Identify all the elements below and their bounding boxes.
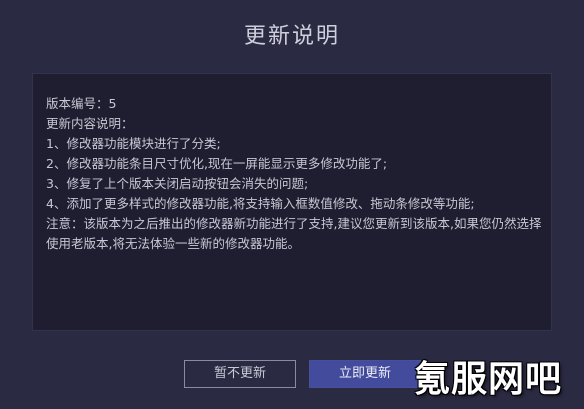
update-item-2: 2、修改器功能条目尺寸优化,现在一屏能显示更多修改功能了; [46, 156, 388, 171]
update-notes-panel: 版本编号：5 更新内容说明： 1、修改器功能模块进行了分类; 2、修改器功能条目… [32, 73, 552, 331]
update-item-3: 3、修复了上个版本关闭启动按钮会消失的问题; [46, 176, 309, 191]
site-watermark: 氪服网吧 [414, 359, 563, 400]
update-dialog: 更新说明 版本编号：5 更新内容说明： 1、修改器功能模块进行了分类; 2、修改… [0, 0, 584, 409]
skip-update-button[interactable]: 暂不更新 [184, 360, 296, 388]
update-now-button[interactable]: 立即更新 [309, 360, 421, 388]
dialog-title: 更新说明 [243, 24, 340, 49]
update-item-4: 4、添加了更多样式的修改器功能,将支持输入框数值修改、拖动条修改等功能; [46, 196, 475, 211]
update-item-1: 1、修改器功能模块进行了分类; [46, 136, 221, 151]
version-number-text: 版本编号：5 [46, 96, 117, 111]
update-note-text: 注意：该版本为之后推出的修改器新功能进行了支持,建议您更新到该版本,如果您仍然选… [46, 216, 542, 251]
update-content-heading: 更新内容说明： [46, 116, 134, 131]
